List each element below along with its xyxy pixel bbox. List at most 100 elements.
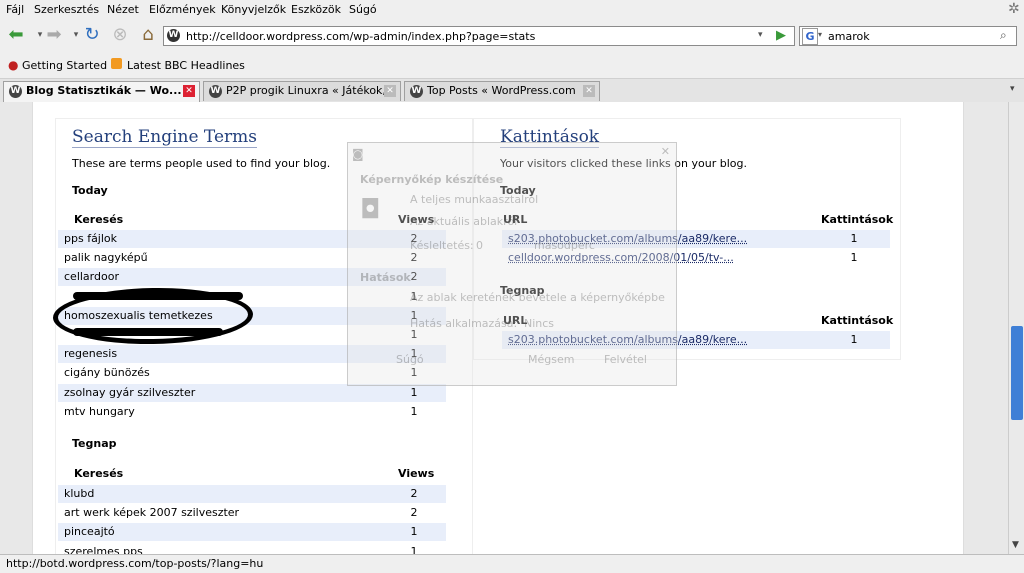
option-current-window[interactable]: Az aktuális ablakról xyxy=(410,215,517,228)
wordpress-icon: W xyxy=(410,85,423,98)
reload-icon[interactable]: ↻ xyxy=(80,23,104,47)
tab-label: P2P progik Linuxra « Játékok,... xyxy=(226,84,397,97)
navigation-toolbar: ⬅ ▾ ➡ ▾ ↻ ⊗ ⌂ W http://celldoor.wordpres… xyxy=(0,20,1024,53)
term-views: 2 xyxy=(410,487,418,500)
effects-heading: Hatások xyxy=(360,271,411,284)
term-text: palik nagyképű xyxy=(64,251,148,265)
wordpress-icon: W xyxy=(9,85,22,98)
term-views: 2 xyxy=(410,506,418,520)
menu-help[interactable]: Súgó xyxy=(349,3,377,16)
term-text: pps fájlok xyxy=(64,232,118,245)
url-history-icon[interactable]: ▾ xyxy=(758,30,763,40)
tab-p2p[interactable]: W P2P progik Linuxra « Játékok,... ✕ xyxy=(203,81,401,101)
forward-icon[interactable]: ➡ xyxy=(42,23,66,47)
term-row: zsolnay gyár szilveszter 1 xyxy=(58,383,446,402)
go-icon[interactable]: ▶ xyxy=(776,28,786,43)
menu-tools[interactable]: Eszközök xyxy=(291,3,341,16)
menu-edit[interactable]: Szerkesztés xyxy=(34,3,99,16)
today-heading: Today xyxy=(72,184,108,197)
back-icon[interactable]: ⬅ xyxy=(4,23,28,47)
throbber-icon: ✲ xyxy=(1008,1,1020,17)
search-bar[interactable]: G ▾ amarok ⌕ xyxy=(799,26,1017,46)
click-count: 1 xyxy=(850,251,858,265)
menu-history[interactable]: Előzmények xyxy=(149,3,216,16)
menu-bookmarks[interactable]: Könyvjelzők xyxy=(221,3,286,16)
col-term-header: Keresés xyxy=(74,213,124,226)
menu-view[interactable]: Nézet xyxy=(107,3,139,16)
status-bar: http://botd.wordpress.com/top-posts/?lan… xyxy=(0,554,1024,573)
delay-input[interactable]: 0 xyxy=(476,239,483,252)
col-views-header: Views xyxy=(398,467,435,480)
scroll-down-icon[interactable]: ▼ xyxy=(1012,540,1019,550)
apply-effect-label: Hatás alkalmazása: xyxy=(410,317,518,330)
menu-file[interactable]: Fájl xyxy=(6,3,24,16)
url-bar[interactable]: W http://celldoor.wordpress.com/wp-admin… xyxy=(163,26,795,46)
google-engine-icon[interactable]: G xyxy=(802,28,818,45)
term-row: art werk képek 2007 szilveszter 2 xyxy=(58,504,446,522)
bookmark-getting-started[interactable]: Getting Started xyxy=(22,59,107,72)
camera-small-icon: ◙ xyxy=(352,147,364,161)
term-views: 1 xyxy=(410,385,418,399)
tab-strip: W Blog Statisztikák — Wo... ✕ W P2P prog… xyxy=(0,79,1024,103)
term-views: 1 xyxy=(410,525,418,539)
term-row: klubd 2 xyxy=(58,485,446,503)
tab-blog-stats[interactable]: W Blog Statisztikák — Wo... ✕ xyxy=(3,81,200,103)
vertical-scrollbar[interactable]: ▼ xyxy=(1008,102,1024,554)
home-icon[interactable]: ⌂ xyxy=(136,23,160,47)
term-text: szerelmes pps xyxy=(64,544,143,554)
bookmarks-toolbar: ● Getting Started Latest BBC Headlines xyxy=(0,53,1024,79)
status-text: http://botd.wordpress.com/top-posts/?lan… xyxy=(6,557,264,570)
col-term-header: Keresés xyxy=(74,467,124,480)
term-text: mtv hungary xyxy=(64,404,135,418)
include-border-checkbox[interactable]: Az ablak keretének bevétele a képernyőké… xyxy=(410,291,665,304)
tab-list-icon[interactable]: ▾ xyxy=(1010,84,1015,94)
search-icon[interactable]: ⌕ xyxy=(1000,28,1007,43)
delay-label: Késleltetés: xyxy=(410,239,474,252)
option-whole-desktop[interactable]: A teljes munkaasztalról xyxy=(410,193,538,206)
dialog-title: Képernyőkép készítése xyxy=(360,173,504,186)
term-text: pinceajtó xyxy=(64,525,115,539)
delay-unit: másodperc xyxy=(534,239,595,252)
term-views: 1 xyxy=(410,544,418,554)
rss-icon xyxy=(111,58,122,69)
col-clicks-header: Kattintások xyxy=(821,213,894,226)
redaction-mark xyxy=(73,292,243,300)
scrollbar-thumb[interactable] xyxy=(1011,326,1023,420)
wordpress-icon: W xyxy=(209,85,222,98)
camera-icon: ◘ xyxy=(360,195,381,225)
close-tab-icon[interactable]: ✕ xyxy=(384,85,396,97)
term-text: art werk képek 2007 szilveszter xyxy=(64,506,240,520)
term-row: szerelmes pps 1 xyxy=(58,543,446,554)
search-input[interactable]: amarok xyxy=(828,30,870,43)
help-button[interactable]: Súgó xyxy=(396,353,424,366)
term-text: zsolnay gyár szilveszter xyxy=(64,385,196,399)
screenshot-dialog: ◙ ✕ Képernyőkép készítése ◘ A teljes mun… xyxy=(347,142,677,386)
term-row: pinceajtó 1 xyxy=(58,523,446,542)
tab-label: Top Posts « WordPress.com xyxy=(427,84,576,97)
term-views: 1 xyxy=(410,404,418,418)
url-text: http://celldoor.wordpress.com/wp-admin/i… xyxy=(186,30,536,43)
term-text: klubd xyxy=(64,487,95,500)
engine-dropdown-icon[interactable]: ▾ xyxy=(818,30,822,39)
firefox-icon: ● xyxy=(8,58,19,72)
term-text: cellardoor xyxy=(64,270,119,284)
menu-bar: Fájl Szerkesztés Nézet Előzmények Könyvj… xyxy=(0,0,1024,20)
term-row: mtv hungary 1 xyxy=(58,403,446,421)
col-clicks-header: Kattintások xyxy=(821,314,894,327)
bookmark-bbc-headlines[interactable]: Latest BBC Headlines xyxy=(127,59,245,72)
term-text: regenesis xyxy=(64,347,118,361)
tab-label: Blog Statisztikák — Wo... xyxy=(26,84,182,97)
effect-select[interactable]: Nincs xyxy=(524,317,554,330)
tab-top-posts[interactable]: W Top Posts « WordPress.com ✕ xyxy=(404,81,600,101)
close-tab-icon[interactable]: ✕ xyxy=(583,85,595,97)
stop-icon[interactable]: ⊗ xyxy=(108,23,132,47)
site-favicon-icon: W xyxy=(167,29,180,42)
close-tab-icon[interactable]: ✕ xyxy=(183,85,195,97)
cancel-button[interactable]: Mégsem xyxy=(528,353,574,366)
search-terms-description: These are terms people used to find your… xyxy=(72,157,331,170)
save-button[interactable]: Felvétel xyxy=(604,353,647,366)
redaction-mark xyxy=(73,328,223,336)
dialog-close-icon[interactable]: ✕ xyxy=(661,145,670,158)
term-text: cigány bünözés xyxy=(64,366,150,380)
click-count: 1 xyxy=(850,232,858,245)
